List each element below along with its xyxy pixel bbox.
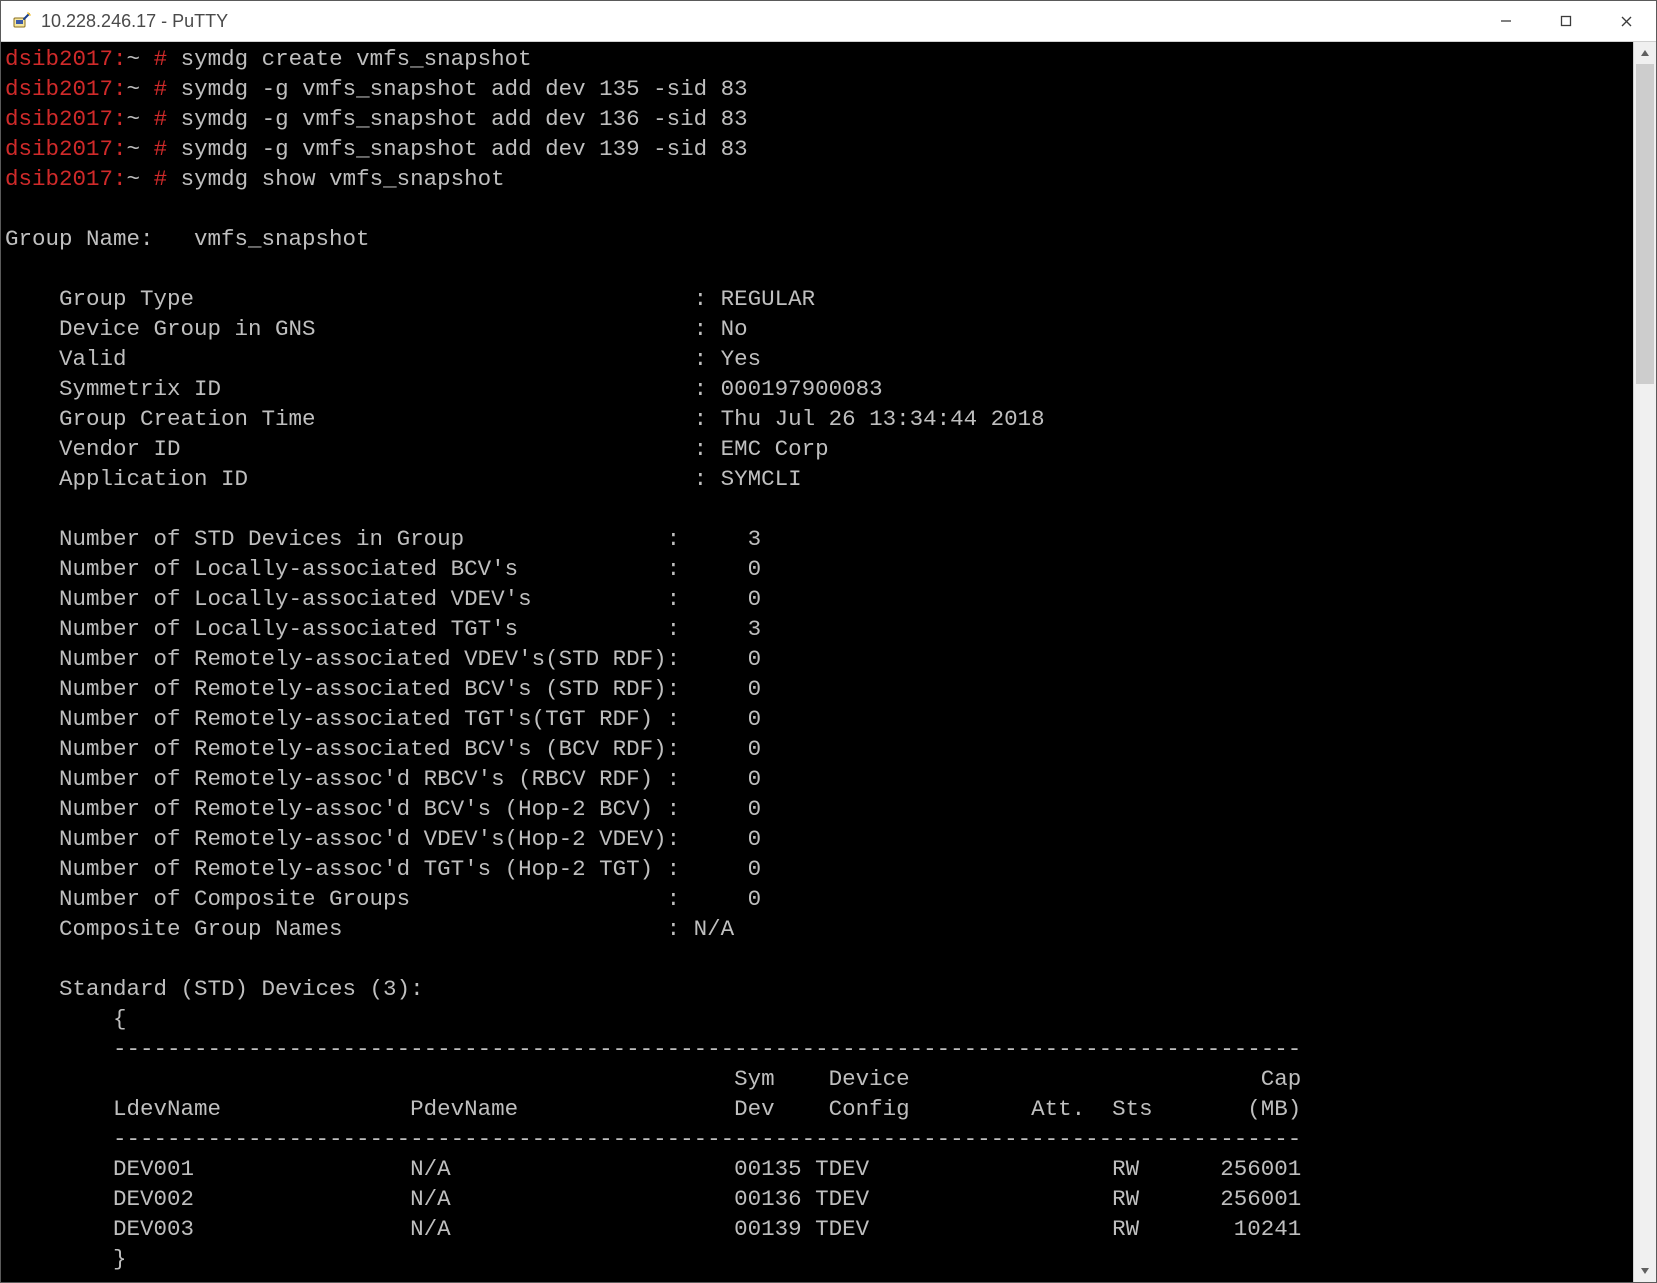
prompt-symbol: # [154, 106, 168, 132]
table-row: DEV001 N/A 00135 TDEV RW 256001 [5, 1154, 1629, 1184]
prompt-host: dsib2017: [5, 76, 127, 102]
prompt-symbol: # [154, 166, 168, 192]
command-text: symdg -g vmfs_snapshot add dev 135 -sid … [181, 76, 748, 102]
group-count-line: Number of Remotely-associated VDEV's(STD… [5, 644, 1629, 674]
scroll-up-button[interactable] [1634, 42, 1656, 64]
group-count-line: Number of Locally-associated TGT's : 3 [5, 614, 1629, 644]
group-count-line: Number of Composite Groups : 0 [5, 884, 1629, 914]
group-count-line: Number of Remotely-associated BCV's (BCV… [5, 734, 1629, 764]
blank-line [5, 194, 1629, 224]
prompt-path: ~ [127, 166, 141, 192]
maximize-button[interactable] [1536, 1, 1596, 41]
client-area: dsib2017:~ # symdg create vmfs_snapshotd… [1, 42, 1656, 1282]
command-text: symdg create vmfs_snapshot [181, 46, 532, 72]
blank-line [5, 494, 1629, 524]
table-divider: ----------------------------------------… [5, 1034, 1629, 1064]
group-count-line: Number of STD Devices in Group : 3 [5, 524, 1629, 554]
prompt-line: dsib2017:~ # symdg -g vmfs_snapshot add … [5, 74, 1629, 104]
group-attr-line: Valid : Yes [5, 344, 1629, 374]
blank-line [5, 944, 1629, 974]
putty-icon [11, 10, 33, 32]
group-attr-line: Application ID : SYMCLI [5, 464, 1629, 494]
window-title: 10.228.246.17 - PuTTY [41, 11, 1476, 32]
prompt-line: dsib2017:~ # symdg show vmfs_snapshot [5, 164, 1629, 194]
close-button[interactable] [1596, 1, 1656, 41]
prompt-host: dsib2017: [5, 166, 127, 192]
putty-window: 10.228.246.17 - PuTTY dsib2017:~ # symdg… [0, 0, 1657, 1283]
terminal[interactable]: dsib2017:~ # symdg create vmfs_snapshotd… [1, 42, 1633, 1282]
table-header-1: Sym Device Cap [5, 1064, 1629, 1094]
scroll-thumb[interactable] [1636, 64, 1654, 384]
brace-open: { [5, 1004, 1629, 1034]
prompt-line: dsib2017:~ # symdg create vmfs_snapshot [5, 44, 1629, 74]
group-attr-line: Group Type : REGULAR [5, 284, 1629, 314]
command-text: symdg -g vmfs_snapshot add dev 136 -sid … [181, 106, 748, 132]
table-header-2: LdevName PdevName Dev Config Att. Sts (M… [5, 1094, 1629, 1124]
window-controls [1476, 1, 1656, 41]
group-count-line: Number of Remotely-associated BCV's (STD… [5, 674, 1629, 704]
table-row: DEV003 N/A 00139 TDEV RW 10241 [5, 1214, 1629, 1244]
prompt-path: ~ [127, 136, 141, 162]
prompt-path: ~ [127, 106, 141, 132]
group-attr-line: Device Group in GNS : No [5, 314, 1629, 344]
command-text: symdg show vmfs_snapshot [181, 166, 505, 192]
prompt-host: dsib2017: [5, 136, 127, 162]
prompt-symbol: # [154, 136, 168, 162]
prompt-symbol: # [154, 76, 168, 102]
table-row: DEV002 N/A 00136 TDEV RW 256001 [5, 1184, 1629, 1214]
scrollbar[interactable] [1633, 42, 1656, 1282]
group-count-line: Number of Remotely-associated TGT's(TGT … [5, 704, 1629, 734]
group-count-line: Number of Locally-associated BCV's : 0 [5, 554, 1629, 584]
prompt-line: dsib2017:~ # symdg -g vmfs_snapshot add … [5, 104, 1629, 134]
titlebar[interactable]: 10.228.246.17 - PuTTY [1, 1, 1656, 42]
group-count-line: Number of Remotely-assoc'd RBCV's (RBCV … [5, 764, 1629, 794]
brace-close: } [5, 1244, 1629, 1274]
group-count-line: Number of Remotely-assoc'd VDEV's(Hop-2 … [5, 824, 1629, 854]
std-section-title: Standard (STD) Devices (3): [5, 974, 1629, 1004]
group-attr-line: Vendor ID : EMC Corp [5, 434, 1629, 464]
prompt-line: dsib2017:~ # symdg -g vmfs_snapshot add … [5, 134, 1629, 164]
scroll-down-button[interactable] [1634, 1260, 1656, 1282]
prompt-path: ~ [127, 76, 141, 102]
scroll-track[interactable] [1634, 64, 1656, 1260]
group-name-line: Group Name: vmfs_snapshot [5, 224, 1629, 254]
prompt-symbol: # [154, 46, 168, 72]
table-divider: ----------------------------------------… [5, 1124, 1629, 1154]
group-attr-line: Symmetrix ID : 000197900083 [5, 374, 1629, 404]
minimize-button[interactable] [1476, 1, 1536, 41]
prompt-path: ~ [127, 46, 141, 72]
prompt-host: dsib2017: [5, 46, 127, 72]
group-count-line: Number of Locally-associated VDEV's : 0 [5, 584, 1629, 614]
blank-line [5, 254, 1629, 284]
group-count-line: Composite Group Names : N/A [5, 914, 1629, 944]
group-count-line: Number of Remotely-assoc'd BCV's (Hop-2 … [5, 794, 1629, 824]
prompt-host: dsib2017: [5, 106, 127, 132]
group-attr-line: Group Creation Time : Thu Jul 26 13:34:4… [5, 404, 1629, 434]
group-count-line: Number of Remotely-assoc'd TGT's (Hop-2 … [5, 854, 1629, 884]
command-text: symdg -g vmfs_snapshot add dev 139 -sid … [181, 136, 748, 162]
